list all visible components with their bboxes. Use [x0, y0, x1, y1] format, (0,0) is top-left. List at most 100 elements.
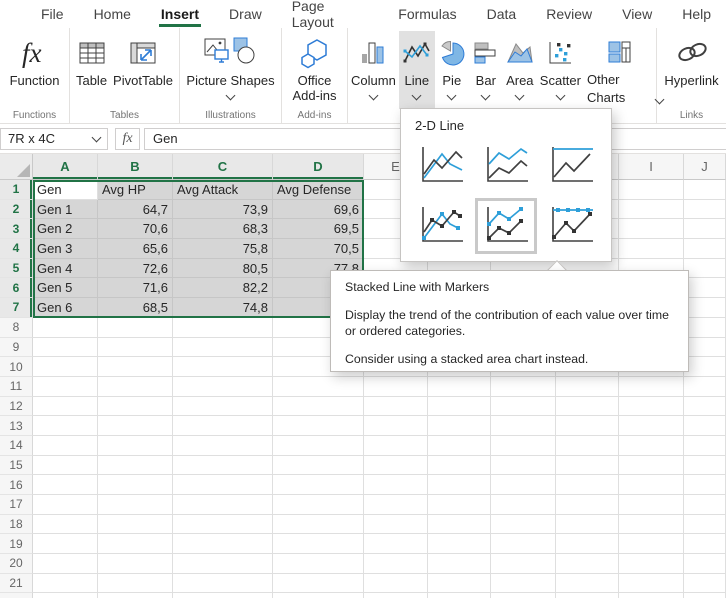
cell-A21[interactable] — [33, 574, 98, 594]
chevron-down-icon[interactable] — [447, 91, 457, 101]
cell-A3[interactable]: Gen 2 — [33, 219, 98, 239]
chevron-down-icon[interactable] — [92, 132, 102, 142]
row-header-17[interactable]: 17 — [0, 495, 33, 515]
cell-H14[interactable] — [556, 436, 619, 456]
cell-E17[interactable] — [364, 495, 428, 515]
bar-chart-button[interactable]: Bar — [469, 31, 503, 109]
cell-C11[interactable] — [173, 377, 273, 397]
tab-draw[interactable]: Draw — [214, 0, 277, 28]
cell-A16[interactable] — [33, 475, 98, 495]
other-charts-button[interactable]: Other Charts — [584, 31, 656, 109]
cell-D1[interactable]: Avg Defense — [273, 180, 364, 200]
insert-function-button[interactable]: fx — [115, 128, 140, 150]
cell-C8[interactable] — [173, 318, 273, 338]
cell-D13[interactable] — [273, 416, 364, 436]
cell-D22[interactable] — [273, 593, 364, 598]
cell-A13[interactable] — [33, 416, 98, 436]
row-header-5[interactable]: 5 — [0, 259, 33, 279]
cell-B11[interactable] — [98, 377, 173, 397]
column-chart-button[interactable]: Column — [348, 31, 399, 109]
tab-review[interactable]: Review — [531, 0, 607, 28]
cell-B4[interactable]: 65,6 — [98, 239, 173, 259]
scatter-chart-button[interactable]: Scatter — [537, 31, 584, 109]
cell-F20[interactable] — [428, 554, 491, 574]
cell-A17[interactable] — [33, 495, 98, 515]
cell-I4[interactable] — [619, 239, 684, 259]
cell-E14[interactable] — [364, 436, 428, 456]
cell-B18[interactable] — [98, 515, 173, 535]
cell-D11[interactable] — [273, 377, 364, 397]
row-header-13[interactable]: 13 — [0, 416, 33, 436]
cell-J4[interactable] — [684, 239, 726, 259]
cell-B10[interactable] — [98, 357, 173, 377]
tab-page-layout[interactable]: Page Layout — [277, 0, 384, 28]
cell-J9[interactable] — [684, 338, 726, 358]
cell-A19[interactable] — [33, 534, 98, 554]
cell-C19[interactable] — [173, 534, 273, 554]
cell-F17[interactable] — [428, 495, 491, 515]
cell-C12[interactable] — [173, 397, 273, 417]
cell-E20[interactable] — [364, 554, 428, 574]
cell-F12[interactable] — [428, 397, 491, 417]
cell-J21[interactable] — [684, 574, 726, 594]
cell-H13[interactable] — [556, 416, 619, 436]
cell-H19[interactable] — [556, 534, 619, 554]
row-header-20[interactable]: 20 — [0, 554, 33, 574]
cell-H15[interactable] — [556, 456, 619, 476]
cell-J10[interactable] — [684, 357, 726, 377]
cell-D19[interactable] — [273, 534, 364, 554]
area-chart-button[interactable]: Area — [503, 31, 537, 109]
cell-B9[interactable] — [98, 338, 173, 358]
cell-J16[interactable] — [684, 475, 726, 495]
chevron-down-icon[interactable] — [515, 91, 525, 101]
cell-J22[interactable] — [684, 593, 726, 598]
cell-A9[interactable] — [33, 338, 98, 358]
column-header-D[interactable]: D — [273, 154, 364, 180]
row-header-15[interactable]: 15 — [0, 456, 33, 476]
cell-G20[interactable] — [491, 554, 556, 574]
cell-B13[interactable] — [98, 416, 173, 436]
cell-J18[interactable] — [684, 515, 726, 535]
cell-I19[interactable] — [619, 534, 684, 554]
cell-E19[interactable] — [364, 534, 428, 554]
cell-H17[interactable] — [556, 495, 619, 515]
cell-G21[interactable] — [491, 574, 556, 594]
cell-I15[interactable] — [619, 456, 684, 476]
select-all-button[interactable] — [0, 154, 33, 180]
cell-H11[interactable] — [556, 377, 619, 397]
cell-J5[interactable] — [684, 259, 726, 279]
cell-C14[interactable] — [173, 436, 273, 456]
cell-J2[interactable] — [684, 200, 726, 220]
cell-H20[interactable] — [556, 554, 619, 574]
cell-F18[interactable] — [428, 515, 491, 535]
cell-D4[interactable]: 70,5 — [273, 239, 364, 259]
cell-G22[interactable] — [491, 593, 556, 598]
cell-G16[interactable] — [491, 475, 556, 495]
tab-view[interactable]: View — [607, 0, 667, 28]
cell-D16[interactable] — [273, 475, 364, 495]
cell-F13[interactable] — [428, 416, 491, 436]
cell-H12[interactable] — [556, 397, 619, 417]
row-header-22[interactable] — [0, 593, 33, 598]
cell-J11[interactable] — [684, 377, 726, 397]
cell-E11[interactable] — [364, 377, 428, 397]
row-header-7[interactable]: 7 — [0, 298, 33, 318]
picture-shapes-button[interactable]: Picture Shapes — [183, 31, 277, 109]
tab-help[interactable]: Help — [667, 0, 726, 28]
cell-J20[interactable] — [684, 554, 726, 574]
cell-H21[interactable] — [556, 574, 619, 594]
cell-I22[interactable] — [619, 593, 684, 598]
cell-C17[interactable] — [173, 495, 273, 515]
cell-J13[interactable] — [684, 416, 726, 436]
office-add-ins-button[interactable]: Office Add-ins — [288, 31, 342, 109]
cell-A14[interactable] — [33, 436, 98, 456]
cell-G12[interactable] — [491, 397, 556, 417]
cell-I20[interactable] — [619, 554, 684, 574]
cell-B3[interactable]: 70,6 — [98, 219, 173, 239]
cell-G14[interactable] — [491, 436, 556, 456]
cell-F14[interactable] — [428, 436, 491, 456]
cell-I12[interactable] — [619, 397, 684, 417]
chevron-down-icon[interactable] — [412, 91, 422, 101]
cell-F16[interactable] — [428, 475, 491, 495]
row-header-9[interactable]: 9 — [0, 338, 33, 358]
